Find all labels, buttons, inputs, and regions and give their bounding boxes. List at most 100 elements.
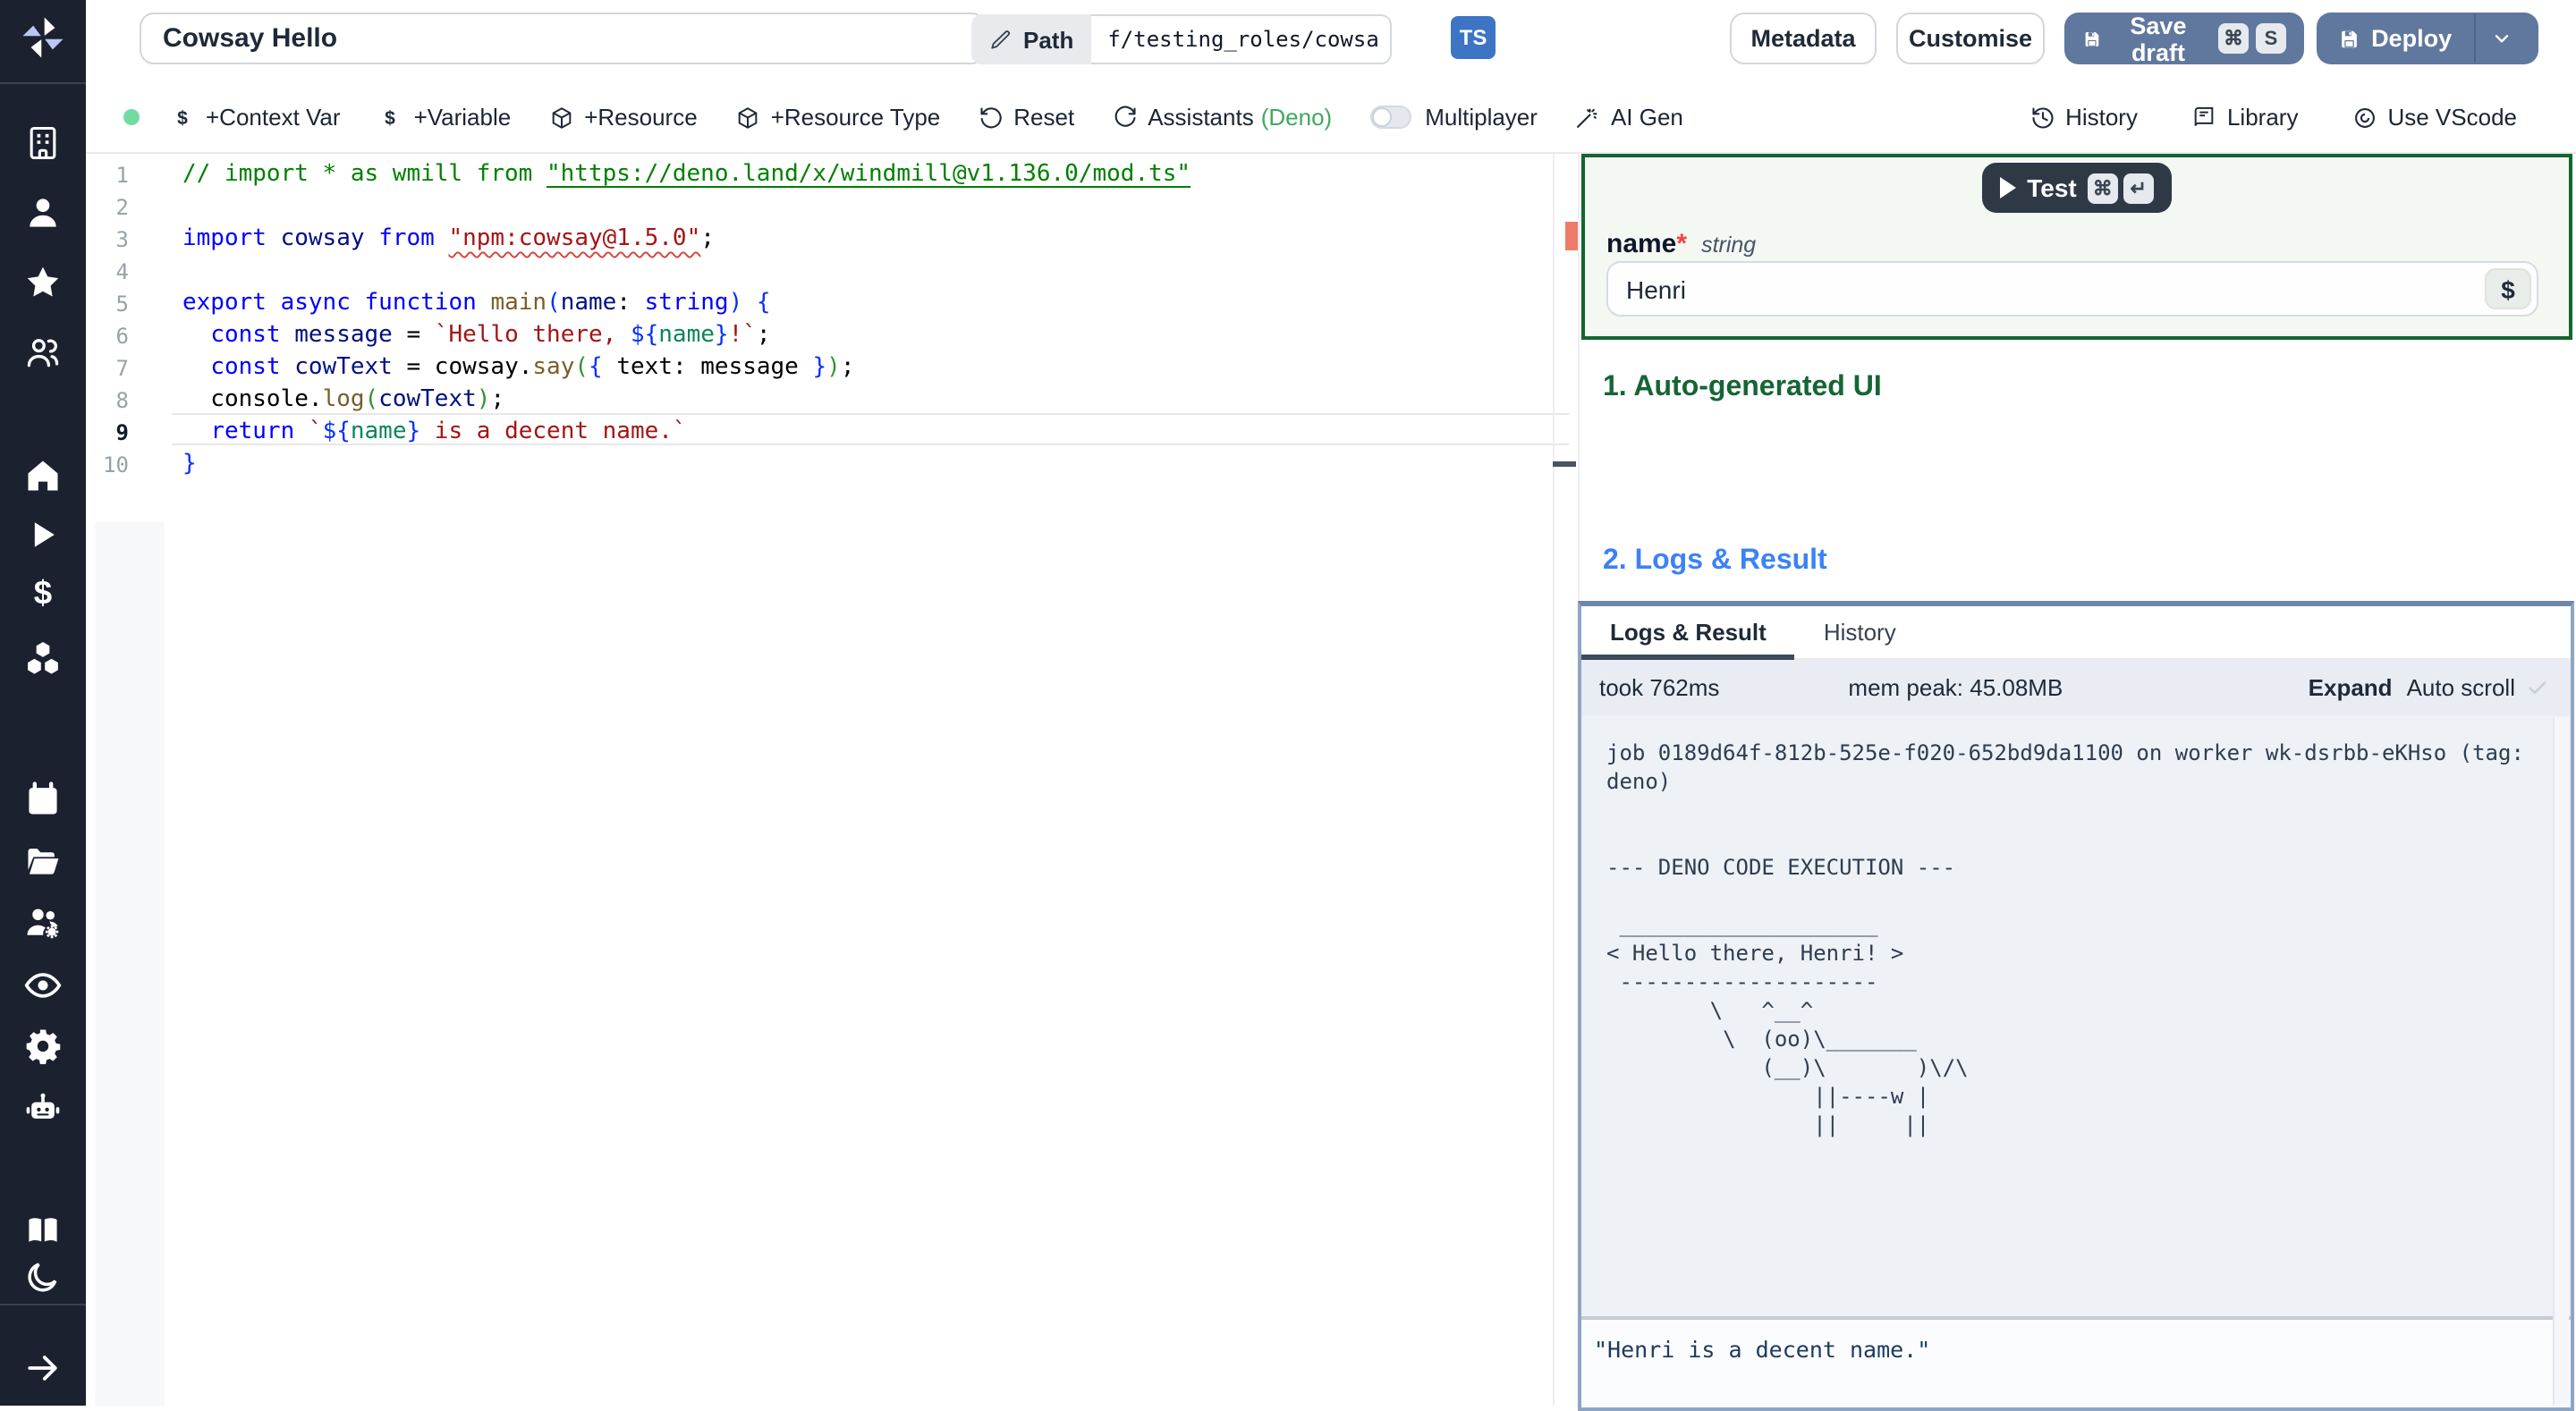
sidebar-divider — [0, 82, 86, 84]
folder-icon — [23, 841, 63, 880]
toolbar-item-ai-gen[interactable]: AI Gen — [1575, 104, 1683, 131]
sidebar-item-book[interactable] — [23, 1211, 63, 1250]
play-icon — [23, 515, 63, 554]
windmill-script-editor: Path f/testing_roles/cowsa TS Metadata C… — [0, 0, 2576, 1411]
script-path-value[interactable]: f/testing_roles/cowsa — [1091, 14, 1393, 64]
star-icon — [23, 263, 63, 302]
toolbar-item-resource[interactable]: +Resource — [548, 104, 698, 131]
test-label: Test — [2027, 173, 2077, 202]
sidebar-item-moon[interactable] — [23, 1257, 63, 1297]
deploy-dropdown-button[interactable] — [2475, 27, 2528, 50]
toolbar-item-variable[interactable]: +Variable — [378, 104, 511, 131]
tab-history[interactable]: History — [1795, 606, 1925, 658]
multiplayer-label: Multiplayer — [1425, 104, 1538, 131]
sidebar-item-bot[interactable] — [23, 1089, 63, 1128]
bot-icon — [23, 1089, 63, 1128]
sidebar — [0, 0, 86, 1406]
test-shortcut: ⌘ ↵ — [2087, 173, 2154, 203]
path-group: Path f/testing_roles/cowsa — [971, 14, 1393, 64]
deploy-button[interactable]: Deploy — [2317, 13, 2538, 64]
sidebar-item-eye[interactable] — [23, 966, 63, 1005]
code-line[interactable]: 8 console.log(cowText); — [86, 384, 1553, 417]
top-bar: Path f/testing_roles/cowsa TS Metadata C… — [86, 0, 2576, 84]
logs-tabs: Logs & Result History — [1581, 606, 2571, 660]
sidebar-item-dollar-big[interactable] — [23, 574, 63, 613]
cursor-position-marker — [1553, 461, 1576, 467]
code-text: export async function main(name: string)… — [182, 290, 771, 317]
toolbar-item-label: Reset — [1013, 104, 1075, 131]
toolbar-item-assistants-deno[interactable]: Assistants (Deno) — [1112, 104, 1332, 131]
line-number: 9 — [115, 420, 129, 445]
toolbar-item-context-var[interactable]: +Context Var — [170, 104, 341, 131]
code-line[interactable]: 10} — [86, 449, 1553, 481]
run-status-row: took 762ms mem peak: 45.08MB Expand Auto… — [1581, 660, 2571, 715]
code-line[interactable]: 6 const message = `Hello there, ${name}!… — [86, 320, 1553, 352]
code-line[interactable]: 2 — [86, 191, 1553, 224]
code-line[interactable]: 1 // import * as wmill from "https://deno… — [86, 159, 1553, 191]
line-number: 10 — [103, 452, 129, 477]
toolbar-item-label: +Resource Type — [770, 104, 941, 131]
code-line[interactable]: 4 — [86, 256, 1553, 288]
preview-panel: Test ⌘↵ name * string $ 1. Auto-generate… — [1578, 154, 2576, 1411]
users-cog-icon — [23, 903, 63, 942]
toolbar-item-history[interactable]: History — [2029, 104, 2138, 131]
toolbar-item-label: History — [2065, 104, 2138, 131]
user-icon — [23, 193, 63, 232]
kbd-badge: ⌘ — [2087, 173, 2118, 203]
customise-button[interactable]: Customise — [1896, 13, 2045, 64]
code-editor[interactable]: 1 // import * as wmill from "https://deno… — [86, 154, 1578, 1406]
windmill-logo-icon[interactable] — [20, 14, 66, 61]
typescript-badge: TS — [1451, 16, 1496, 59]
gutter-background — [95, 522, 165, 1406]
toolbar-item-label: Use VScode — [2387, 104, 2517, 131]
save-shortcut: ⌘ S — [2218, 23, 2286, 54]
overview-ruler — [1553, 154, 1555, 1406]
tab-logs-result[interactable]: Logs & Result — [1581, 606, 1796, 660]
sidebar-item-gear[interactable] — [23, 1027, 63, 1066]
toolbar-item-use-vscode[interactable]: Use VScode — [2351, 104, 2517, 131]
users-icon — [23, 333, 63, 372]
required-asterisk: * — [1676, 229, 1688, 259]
sidebar-item-users[interactable] — [23, 333, 63, 372]
logs-scrollbar[interactable] — [2553, 717, 2569, 1406]
sidebar-item-home[interactable] — [23, 456, 63, 495]
rotate-ccw-icon — [978, 105, 1003, 130]
sidebar-item-star[interactable] — [23, 263, 63, 302]
save-icon — [2082, 26, 2102, 51]
edit-path-button[interactable]: Path — [971, 14, 1092, 64]
kbd-badge: S — [2256, 23, 2286, 54]
code-line[interactable]: 3 import cowsay from "npm:cowsay@1.5.0"; — [86, 224, 1553, 256]
code-line[interactable]: 9 return `${name} is a decent name.` — [86, 417, 1553, 449]
sidebar-item-play[interactable] — [23, 515, 63, 554]
script-title-input[interactable] — [140, 13, 986, 64]
name-arg-input[interactable] — [1606, 261, 2538, 317]
expand-button[interactable]: Expand — [2309, 674, 2393, 701]
wand-icon — [1575, 105, 1600, 130]
insert-variable-button[interactable]: $ — [2485, 268, 2531, 309]
code-line[interactable]: 7 const cowText = cowsay.say({ text: mes… — [86, 352, 1553, 384]
toolbar-item-reset[interactable]: Reset — [978, 104, 1074, 131]
kbd-badge: ⌘ — [2218, 23, 2249, 54]
code-text: } — [182, 451, 197, 477]
code-text: import cowsay from "npm:cowsay@1.5.0"; — [182, 225, 715, 252]
sidebar-item-boxes[interactable] — [23, 638, 63, 678]
sidebar-item-arrow-right[interactable] — [23, 1348, 63, 1388]
sidebar-item-calendar[interactable] — [23, 780, 63, 819]
multiplayer-toggle[interactable] — [1369, 106, 1411, 129]
path-button-label: Path — [1023, 26, 1074, 53]
auto-scroll-toggle[interactable]: Auto scroll — [2407, 674, 2515, 701]
section-logs-result: 2. Logs & Result — [1603, 545, 1827, 576]
toolbar-item-library[interactable]: Library — [2191, 104, 2298, 131]
code-line[interactable]: 5 export async function main(name: string… — [86, 288, 1553, 320]
sidebar-item-user[interactable] — [23, 193, 63, 232]
metadata-button[interactable]: Metadata — [1730, 13, 1877, 64]
sidebar-item-users-cog[interactable] — [23, 903, 63, 942]
sidebar-item-building[interactable] — [23, 123, 63, 163]
sidebar-item-folder[interactable] — [23, 841, 63, 880]
test-button[interactable]: Test ⌘ ↵ — [1982, 163, 2172, 213]
arg-type: string — [1701, 232, 1757, 258]
toolbar-item-resource-type[interactable]: +Resource Type — [735, 104, 941, 131]
save-draft-button[interactable]: Save draft ⌘ S — [2064, 12, 2304, 65]
vscode-icon — [2351, 105, 2377, 130]
toolbar-item-label: +Context Var — [206, 104, 341, 131]
